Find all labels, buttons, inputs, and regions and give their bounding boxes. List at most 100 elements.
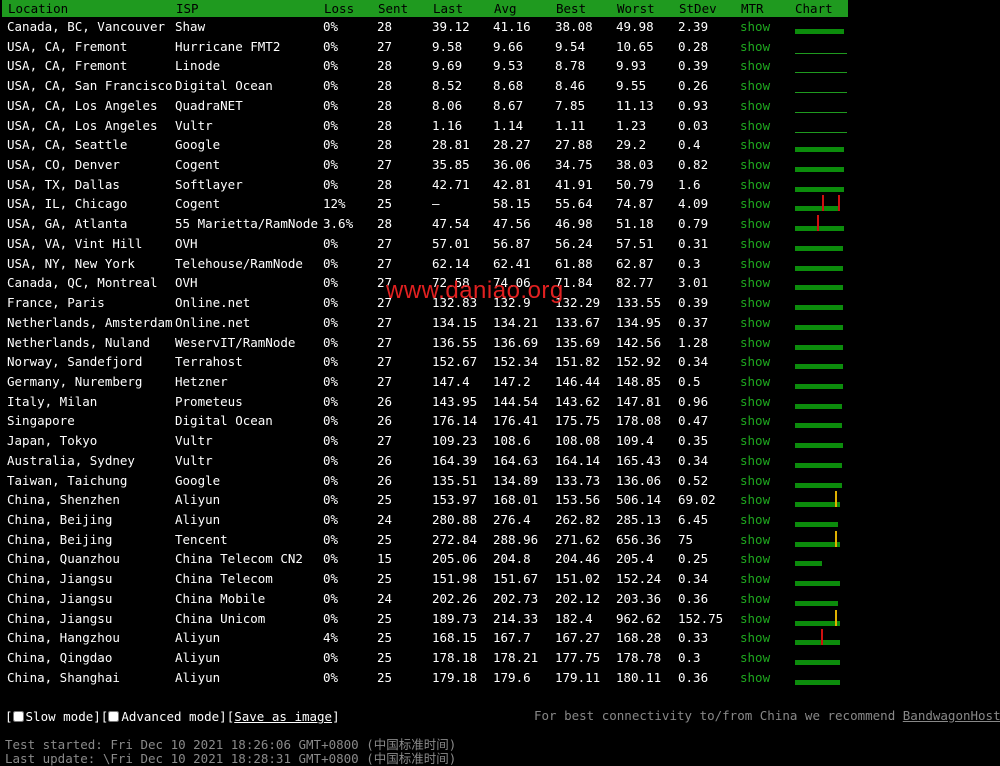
cell-loss: 0%	[323, 275, 339, 291]
cell-best: 133.73	[555, 472, 601, 488]
recommend-text: For best connectivity to/from China we r…	[534, 708, 903, 723]
cell-best: 34.75	[555, 157, 593, 173]
cell-sent: 25	[377, 492, 393, 508]
mtr-show-link[interactable]: show	[740, 155, 770, 174]
cell-worst: 109.4	[616, 433, 654, 449]
mtr-show-link[interactable]: show	[740, 273, 770, 292]
cell-stdev: 0.39	[678, 295, 709, 311]
cell-location: Italy, Milan	[7, 393, 98, 409]
cell-last: 136.55	[432, 334, 478, 350]
mtr-show-link[interactable]: show	[740, 214, 770, 233]
cell-location: Netherlands, Amsterdam	[7, 314, 173, 330]
mtr-show-link[interactable]: show	[740, 411, 770, 430]
mtr-show-link[interactable]: show	[740, 668, 770, 687]
mtr-show-link[interactable]: show	[740, 589, 770, 608]
mtr-show-link[interactable]: show	[740, 352, 770, 371]
mtr-show-link[interactable]: show	[740, 96, 770, 115]
mtr-show-link[interactable]: show	[740, 372, 770, 391]
header-worst[interactable]: Worst	[617, 1, 655, 16]
cell-last: 202.26	[432, 590, 478, 606]
table-row: USA, GA, Atlanta 55 Marietta/RamNode 3.6% 2…	[0, 214, 1000, 233]
advanced-mode-checkbox[interactable]	[108, 711, 120, 722]
latency-chart	[795, 194, 850, 213]
mtr-show-link[interactable]: show	[740, 431, 770, 450]
mtr-show-link[interactable]: show	[740, 37, 770, 56]
chart-bar	[795, 443, 844, 449]
cell-worst: 9.55	[616, 78, 647, 94]
cell-isp: Linode	[175, 58, 221, 74]
cell-worst: 11.13	[616, 97, 654, 113]
mtr-show-link[interactable]: show	[740, 510, 770, 529]
save-as-image-link[interactable]: Save as image	[234, 709, 332, 724]
advanced-mode-label[interactable]: Advanced mode	[121, 709, 219, 724]
cell-worst: 134.95	[616, 314, 662, 330]
mtr-show-link[interactable]: show	[740, 471, 770, 490]
slow-mode-label[interactable]: Slow mode	[26, 709, 94, 724]
mtr-show-link[interactable]: show	[740, 313, 770, 332]
slow-mode-checkbox[interactable]	[12, 711, 24, 722]
mtr-show-link[interactable]: show	[740, 609, 770, 628]
mtr-show-link[interactable]: show	[740, 451, 770, 470]
cell-isp: WeservIT/RamNode	[175, 334, 296, 350]
chart-bar	[795, 265, 844, 271]
cell-last: 47.54	[432, 216, 470, 232]
mtr-show-link[interactable]: show	[740, 116, 770, 135]
mtr-show-link[interactable]: show	[740, 648, 770, 667]
cell-stdev: 0.93	[678, 97, 709, 113]
cell-isp: Shaw	[175, 19, 206, 34]
header-last[interactable]: Last	[433, 1, 463, 16]
cell-last: 153.97	[432, 492, 478, 508]
mtr-show-link[interactable]: show	[740, 234, 770, 253]
header-loss[interactable]: Loss	[324, 1, 354, 16]
header-avg[interactable]: Avg	[494, 1, 517, 16]
cell-isp: OVH	[175, 275, 198, 291]
latency-chart	[795, 155, 850, 174]
bandwagonhost-link[interactable]: BandwagonHost	[903, 708, 1000, 723]
cell-last: 205.06	[432, 551, 478, 567]
cell-stdev: 6.45	[678, 512, 709, 527]
header-stdev[interactable]: StDev	[679, 1, 717, 16]
cell-last: 9.69	[432, 58, 463, 74]
mtr-show-link[interactable]: show	[740, 254, 770, 273]
cell-isp: Telehouse/RamNode	[175, 255, 303, 271]
cell-last: 280.88	[432, 512, 478, 527]
mtr-show-link[interactable]: show	[740, 392, 770, 411]
cell-sent: 28	[377, 19, 393, 34]
chart-baseline	[795, 72, 847, 74]
mtr-show-link[interactable]: show	[740, 628, 770, 647]
mtr-show-link[interactable]: show	[740, 135, 770, 154]
mtr-show-link[interactable]: show	[740, 175, 770, 194]
chart-spike	[834, 491, 837, 508]
cell-last: 176.14	[432, 413, 478, 429]
table-row: China, Beijing Aliyun 0% 24 280.88 276.4 262.8…	[0, 510, 1000, 529]
mtr-show-link[interactable]: show	[740, 293, 770, 312]
mtr-show-link[interactable]: show	[740, 333, 770, 352]
cell-isp: Online.net	[175, 295, 251, 311]
header-best[interactable]: Best	[556, 1, 586, 16]
table-row: China, Beijing Tencent 0% 25 272.84 288.96 271…	[0, 530, 1000, 549]
cell-best: 46.98	[555, 216, 593, 232]
chart-bar	[795, 561, 823, 567]
mtr-show-link[interactable]: show	[740, 17, 770, 36]
table-row: USA, IL, Chicago Cogent 12% 25 – 58.15 55.64 74…	[0, 194, 1000, 213]
mtr-show-link[interactable]: show	[740, 549, 770, 568]
mtr-show-link[interactable]: show	[740, 490, 770, 509]
cell-last: 147.4	[432, 373, 470, 389]
mtr-show-link[interactable]: show	[740, 569, 770, 588]
cell-location: China, Beijing	[7, 531, 113, 547]
cell-loss: 12%	[323, 196, 346, 212]
header-sent[interactable]: Sent	[378, 1, 408, 16]
mtr-show-link[interactable]: show	[740, 530, 770, 549]
cell-location: USA, CA, Fremont	[7, 38, 128, 54]
mtr-show-link[interactable]: show	[740, 56, 770, 75]
mtr-show-link[interactable]: show	[740, 194, 770, 213]
header-location[interactable]: Location	[8, 1, 68, 16]
mtr-show-link[interactable]: show	[740, 76, 770, 95]
cell-location: China, Shenzhen	[7, 492, 120, 508]
table-row: USA, CA, Los Angeles Vultr 0% 28 1.16 1.14 1.1…	[0, 116, 1000, 135]
chart-bar	[795, 305, 844, 311]
header-isp[interactable]: ISP	[176, 1, 199, 16]
chart-bar	[795, 640, 840, 646]
cell-worst: 962.62	[616, 610, 662, 626]
cell-best: 182.4	[555, 610, 593, 626]
